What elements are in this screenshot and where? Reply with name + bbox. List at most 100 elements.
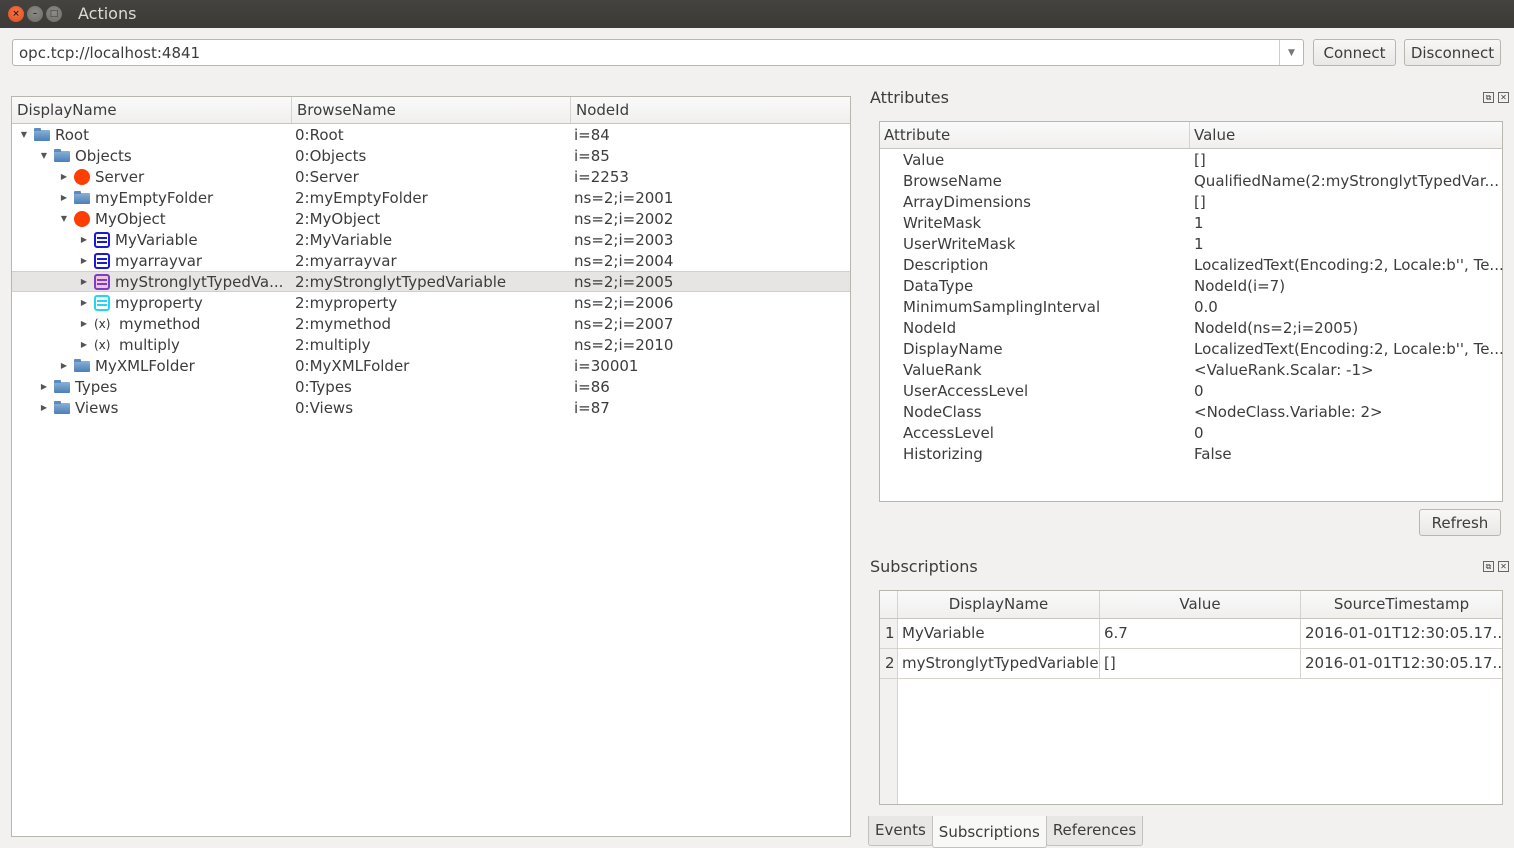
- attribute-value: 0: [1194, 423, 1204, 442]
- attribute-name: ArrayDimensions: [903, 192, 1031, 211]
- tree-row[interactable]: ▶ myarrayvar 2:myarrayvar ns=2;i=2004: [12, 250, 850, 271]
- attribute-row[interactable]: AccessLevel 0: [880, 422, 1502, 443]
- close-icon[interactable]: ✕: [1498, 561, 1509, 572]
- attribute-row[interactable]: NodeId NodeId(ns=2;i=2005): [880, 317, 1502, 338]
- expand-arrow-icon[interactable]: ▼: [38, 151, 50, 160]
- subscription-row[interactable]: 1 MyVariable 6.7 2016-01-01T12:30:05.17.…: [880, 619, 1502, 649]
- collapse-arrow-icon[interactable]: ▶: [78, 277, 90, 286]
- tree-row[interactable]: ▶ myproperty 2:myproperty ns=2;i=2006: [12, 292, 850, 313]
- tree-cell-displayname: ▶ myEmptyFolder: [12, 187, 291, 208]
- tree-row[interactable]: ▶ (x) multiply 2:multiply ns=2;i=2010: [12, 334, 850, 355]
- close-icon[interactable]: ✕: [1498, 92, 1509, 103]
- node-browse-name: 2:mymethod: [295, 314, 392, 333]
- tab-subscriptions[interactable]: Subscriptions: [931, 816, 1047, 848]
- attribute-row[interactable]: Value []: [880, 149, 1502, 170]
- tab-events[interactable]: Events: [868, 816, 933, 846]
- server-url-combobox[interactable]: ▼: [12, 39, 1304, 66]
- attributes-dock-controls: ⧉ ✕: [1483, 92, 1509, 103]
- attribute-name: NodeId: [903, 318, 957, 337]
- column-header-attribute[interactable]: Attribute: [880, 122, 1190, 148]
- attribute-row[interactable]: WriteMask 1: [880, 212, 1502, 233]
- tree-row[interactable]: ▶ Types 0:Types i=86: [12, 376, 850, 397]
- tree-cell-displayname: ▶ Server: [12, 166, 291, 187]
- node-display-name: Root: [55, 125, 89, 144]
- window-maximize-button[interactable]: □: [46, 6, 62, 22]
- refresh-button[interactable]: Refresh: [1419, 509, 1501, 536]
- tree-row[interactable]: ▶ MyVariable 2:MyVariable ns=2;i=2003: [12, 229, 850, 250]
- column-header-displayname[interactable]: DisplayName: [12, 97, 292, 123]
- float-icon[interactable]: ⧉: [1483, 561, 1494, 572]
- property-icon: [94, 294, 110, 311]
- subscription-row[interactable]: 2 myStronglytTypedVariable [] 2016-01-01…: [880, 649, 1502, 679]
- subscriptions-table[interactable]: DisplayName Value SourceTimestamp 1 MyVa…: [879, 590, 1503, 805]
- tree-row[interactable]: ▼ Objects 0:Objects i=85: [12, 145, 850, 166]
- tab-references[interactable]: References: [1045, 816, 1144, 846]
- collapse-arrow-icon[interactable]: ▶: [78, 340, 90, 349]
- address-space-tree[interactable]: DisplayName BrowseName NodeId ▼ Root 0:Roo…: [11, 96, 851, 837]
- collapse-arrow-icon[interactable]: ▶: [78, 235, 90, 244]
- attribute-row[interactable]: Description LocalizedText(Encoding:2, Loc…: [880, 254, 1504, 275]
- tree-row[interactable]: ▶ Views 0:Views i=87: [12, 397, 850, 418]
- attribute-row[interactable]: Historizing False: [880, 443, 1502, 464]
- node-display-name: MyXMLFolder: [95, 356, 195, 375]
- collapse-arrow-icon[interactable]: ▶: [78, 298, 90, 307]
- tree-row[interactable]: ▶ MyXMLFolder 0:MyXMLFolder i=30001: [12, 355, 850, 376]
- collapse-arrow-icon[interactable]: ▶: [38, 382, 50, 391]
- tree-row[interactable]: ▶ Server 0:Server i=2253: [12, 166, 850, 187]
- attribute-row[interactable]: ArrayDimensions []: [880, 191, 1502, 212]
- column-header-displayname[interactable]: DisplayName: [898, 591, 1100, 618]
- column-header-nodeid[interactable]: NodeId: [571, 97, 850, 123]
- attribute-row[interactable]: BrowseName QualifiedName(2:myStronglytTyp…: [880, 170, 1502, 191]
- object-icon: [74, 168, 90, 185]
- node-id: i=30001: [574, 356, 639, 375]
- attribute-row[interactable]: DisplayName LocalizedText(Encoding:2, Loc…: [880, 338, 1504, 359]
- expand-arrow-icon[interactable]: ▼: [58, 214, 70, 223]
- tree-row[interactable]: ▶ myEmptyFolder 2:myEmptyFolder ns=2;i=2001: [12, 187, 850, 208]
- column-header-value[interactable]: Value: [1100, 591, 1301, 618]
- column-header-value[interactable]: Value: [1190, 122, 1502, 148]
- node-browse-name: 0:Views: [295, 398, 354, 417]
- row-number: 2: [880, 649, 898, 678]
- tree-row[interactable]: ▼ Root 0:Root i=84: [12, 124, 850, 145]
- attribute-row[interactable]: NodeClass <NodeClass.Variable: 2>: [880, 401, 1502, 422]
- node-id: ns=2;i=2002: [574, 209, 674, 228]
- tree-row[interactable]: ▶ (x) mymethod 2:mymethod ns=2;i=2007: [12, 313, 850, 334]
- window-minimize-button[interactable]: –: [27, 6, 43, 22]
- expand-arrow-icon[interactable]: ▼: [18, 130, 30, 139]
- float-icon[interactable]: ⧉: [1483, 92, 1494, 103]
- attribute-row[interactable]: DataType NodeId(i=7): [880, 275, 1502, 296]
- corner-button[interactable]: [880, 591, 898, 618]
- node-browse-name: 0:Types: [295, 377, 352, 396]
- tree-cell-displayname: ▶ (x) mymethod: [12, 313, 291, 334]
- attribute-value: <ValueRank.Scalar: -1>: [1194, 360, 1374, 379]
- collapse-arrow-icon[interactable]: ▶: [58, 361, 70, 370]
- attributes-table[interactable]: Attribute Value Value [] BrowseName Qualifi…: [879, 121, 1504, 502]
- attribute-value: <NodeClass.Variable: 2>: [1194, 402, 1383, 421]
- subscriptions-header: DisplayName Value SourceTimestamp: [880, 591, 1502, 619]
- tree-cell-displayname: ▶ myStronglytTypedVa...: [12, 271, 291, 292]
- disconnect-button[interactable]: Disconnect: [1404, 39, 1501, 66]
- window-close-button[interactable]: ×: [8, 6, 24, 22]
- node-id: i=87: [574, 398, 610, 417]
- collapse-arrow-icon[interactable]: ▶: [38, 403, 50, 412]
- node-id: ns=2;i=2007: [574, 314, 674, 333]
- column-header-sourcetimestamp[interactable]: SourceTimestamp: [1301, 591, 1502, 618]
- attribute-row[interactable]: ValueRank <ValueRank.Scalar: -1>: [880, 359, 1502, 380]
- collapse-arrow-icon[interactable]: ▶: [58, 193, 70, 202]
- tree-row[interactable]: ▶ myStronglytTypedVa... 2:myStronglytTyped…: [12, 271, 850, 292]
- connect-button[interactable]: Connect: [1313, 39, 1396, 66]
- server-url-input[interactable]: [13, 40, 1279, 65]
- column-header-browsename[interactable]: BrowseName: [292, 97, 571, 123]
- node-browse-name: 2:myStronglytTypedVariable: [295, 272, 507, 291]
- attribute-row[interactable]: UserWriteMask 1: [880, 233, 1502, 254]
- collapse-arrow-icon[interactable]: ▶: [58, 172, 70, 181]
- attribute-row[interactable]: MinimumSamplingInterval 0.0: [880, 296, 1502, 317]
- chevron-down-icon: ▼: [1288, 47, 1295, 58]
- url-dropdown-button[interactable]: ▼: [1279, 40, 1303, 65]
- attribute-row[interactable]: UserAccessLevel 0: [880, 380, 1502, 401]
- collapse-arrow-icon[interactable]: ▶: [78, 256, 90, 265]
- node-display-name: myStronglytTypedVa...: [115, 272, 284, 291]
- tree-row[interactable]: ▼ MyObject 2:MyObject ns=2;i=2002: [12, 208, 850, 229]
- node-id: i=86: [574, 377, 610, 396]
- collapse-arrow-icon[interactable]: ▶: [78, 319, 90, 328]
